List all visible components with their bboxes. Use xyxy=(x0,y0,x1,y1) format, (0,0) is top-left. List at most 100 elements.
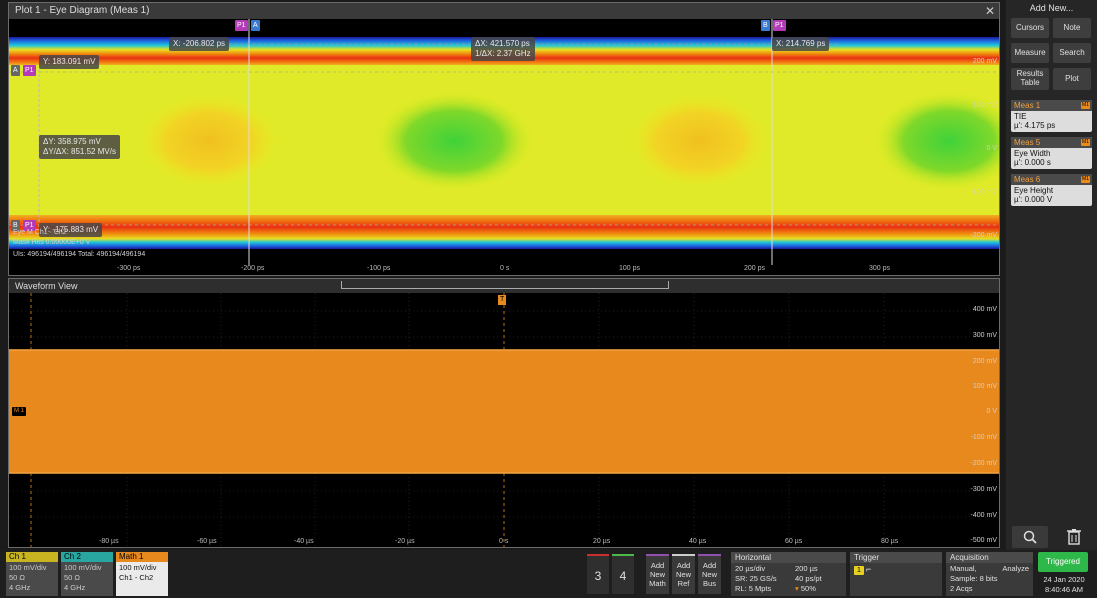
wave-x-tick: 0 s xyxy=(499,538,509,545)
eye-y-tick: 100 mV xyxy=(972,102,997,109)
trigger-settings: 1 ⌐ xyxy=(850,563,942,596)
trash-icon[interactable] xyxy=(1056,526,1092,548)
meas1-value: µ': 4.175 ps xyxy=(1014,121,1056,130)
meas6-badge[interactable]: Meas 6 M1 Eye Height µ': 0.000 V xyxy=(1011,174,1092,206)
wave-x-tick: 40 µs xyxy=(689,538,707,545)
marker-a-flag[interactable]: A xyxy=(11,65,20,76)
horizontal-badge[interactable]: Horizontal 20 µs/div SR: 25 GS/s RL: 5 M… xyxy=(731,552,846,596)
add-bus-line2: New xyxy=(701,570,717,579)
trigger-marker[interactable]: T xyxy=(498,295,507,305)
meas6-head: Meas 6 M1 xyxy=(1011,174,1092,185)
eye-diagram-area[interactable]: P1 A B P1 X: -206.802 ps X: 214.769 ps Δ… xyxy=(9,19,999,265)
time-per-point: 40 ps/pt xyxy=(795,574,822,583)
eye-diagram-plot[interactable]: Plot 1 - Eye Diagram (Meas 1) ✕ P1 A B P… xyxy=(8,2,1000,276)
eye-status-line1: Eye M Ch1 · Ch2 xyxy=(13,229,67,236)
plot-button[interactable]: Plot xyxy=(1053,68,1091,90)
cursor-b-p1-flag[interactable]: P1 xyxy=(773,20,786,31)
cursor-a-y-readout: Y: 183.091 mV xyxy=(39,55,100,69)
results-table-label-2: Table xyxy=(1020,78,1040,87)
position-marker-icon: ▾ xyxy=(795,584,799,593)
horizontal-settings: 20 µs/div SR: 25 GS/s RL: 5 Mpts 200 µs … xyxy=(731,563,846,596)
delta-y-value: ΔY: 358.975 mV xyxy=(43,137,101,146)
ch2-bandwidth: 4 GHz xyxy=(64,583,86,592)
wave-y-tick: 300 mV xyxy=(972,332,997,339)
meas6-name: Eye Height xyxy=(1014,186,1054,195)
add-new-bus-button[interactable]: Add New Bus xyxy=(698,554,721,594)
wave-y-tick: 200 mV xyxy=(972,358,997,365)
eye-x-tick: 0 s xyxy=(500,265,510,272)
note-button[interactable]: Note xyxy=(1053,18,1091,38)
trigger-title: Trigger xyxy=(850,552,942,563)
plot-title: Plot 1 - Eye Diagram (Meas 1) xyxy=(9,3,999,19)
ch2-settings: 100 mV/div 50 Ω 4 GHz xyxy=(61,562,113,596)
math1-settings: 100 mV/div Ch1 - Ch2 xyxy=(116,562,168,596)
ch1-label: Ch 1 xyxy=(6,552,58,562)
ch2-scale: 100 mV/div xyxy=(64,563,102,572)
meas5-title: Meas 5 xyxy=(1014,138,1041,147)
wave-x-tick: 80 µs xyxy=(881,538,899,545)
ch1-badge[interactable]: Ch 1 100 mV/div 50 Ω 4 GHz xyxy=(6,552,58,596)
horizontal-position: ▾ 50% xyxy=(795,584,822,594)
waveform-view[interactable]: Waveform View T M 1 400 mV 300 mV 200 mV… xyxy=(8,278,1000,548)
delta-y-readout: ΔY: 358.975 mV ΔY/ΔX: 851.52 MV/s xyxy=(39,135,120,159)
waveform-graphic xyxy=(9,293,999,547)
add-new-ref-button[interactable]: Add New Ref xyxy=(672,554,695,594)
zoom-icon[interactable] xyxy=(1012,526,1048,548)
eye-x-tick: 300 ps xyxy=(869,265,891,272)
eye-y-tick: -100 mV xyxy=(970,189,997,196)
eye-x-tick: -100 ps xyxy=(367,265,391,272)
ch3-button[interactable]: 3 xyxy=(587,554,609,594)
add-math-line2: New xyxy=(649,570,665,579)
meas5-source-badge: M1 xyxy=(1081,139,1090,146)
meas1-title: Meas 1 xyxy=(1014,101,1041,110)
cursor-b-flag[interactable]: B xyxy=(761,20,770,31)
results-table-button[interactable]: Results Table xyxy=(1011,68,1049,90)
eye-y-tick: 0 V xyxy=(986,145,997,152)
record-length: RL: 5 Mpts xyxy=(735,584,772,593)
ch2-termination: 50 Ω xyxy=(64,573,81,582)
horizontal-title: Horizontal xyxy=(731,552,846,563)
wave-y-tick: -200 mV xyxy=(970,460,997,467)
add-ref-line3: Ref xyxy=(677,579,690,588)
math1-label: Math 1 xyxy=(116,552,168,562)
delta-x-value: ΔX: 421.570 ps xyxy=(475,39,530,48)
wave-x-tick: 60 µs xyxy=(785,538,803,545)
time: 8:40:46 AM xyxy=(1045,585,1083,594)
measure-button[interactable]: Measure xyxy=(1011,43,1049,63)
trigger-badge[interactable]: Trigger 1 ⌐ xyxy=(850,552,942,596)
meas1-badge[interactable]: Meas 1 M1 TIE µ': 4.175 ps xyxy=(1011,100,1092,132)
meas5-badge[interactable]: Meas 5 M1 Eye Width µ': 0.000 s xyxy=(1011,137,1092,169)
close-icon[interactable]: ✕ xyxy=(985,3,995,19)
acquisition-mode: Manual, Analyze xyxy=(950,564,1029,574)
wave-x-tick: -60 µs xyxy=(197,538,217,545)
cursor-b-x-readout: X: 214.769 ps xyxy=(772,37,830,51)
cursor-a-p1-flag[interactable]: P1 xyxy=(235,20,248,31)
eye-x-tick: 200 ps xyxy=(744,265,766,272)
wave-y-tick: 400 mV xyxy=(972,306,997,313)
math1-expression: Ch1 - Ch2 xyxy=(119,573,154,582)
triggered-status-button[interactable]: Triggered xyxy=(1038,552,1088,572)
search-button[interactable]: Search xyxy=(1053,43,1091,63)
add-math-line1: Add xyxy=(650,561,665,570)
inverse-delta-x-value: 1/ΔX: 2.37 GHz xyxy=(475,49,531,58)
delta-x-readout: ΔX: 421.570 ps 1/ΔX: 2.37 GHz xyxy=(471,37,535,61)
date-time: 24 Jan 2020 8:40:46 AM xyxy=(1038,575,1090,595)
cursor-a-flag[interactable]: A xyxy=(251,20,260,31)
results-table-label-1: Results xyxy=(1016,69,1044,78)
ch4-button[interactable]: 4 xyxy=(612,554,634,594)
ch2-badge[interactable]: Ch 2 100 mV/div 50 Ω 4 GHz xyxy=(61,552,113,596)
meas5-name: Eye Width xyxy=(1014,149,1051,158)
cursors-button[interactable]: Cursors xyxy=(1011,18,1049,38)
date: 24 Jan 2020 xyxy=(1043,575,1085,584)
math1-badge[interactable]: Math 1 100 mV/div Ch1 - Ch2 xyxy=(116,552,168,596)
acquisition-badge[interactable]: Acquisition Manual, Analyze Sample: 8 bit… xyxy=(946,552,1033,596)
math-ref-marker[interactable]: M 1 xyxy=(11,406,28,417)
add-ref-line1: Add xyxy=(676,561,691,570)
marker-a-p1-flag[interactable]: P1 xyxy=(23,65,36,76)
record-overview-bar[interactable] xyxy=(341,281,669,289)
add-new-math-button[interactable]: Add New Math xyxy=(646,554,669,594)
wave-y-tick: -300 mV xyxy=(970,486,997,493)
wave-y-tick: -400 mV xyxy=(970,512,997,519)
waveform-area[interactable]: T M 1 400 mV 300 mV 200 mV 100 mV 0 V -1… xyxy=(9,293,999,547)
rising-edge-icon: ⌐ xyxy=(866,564,872,574)
